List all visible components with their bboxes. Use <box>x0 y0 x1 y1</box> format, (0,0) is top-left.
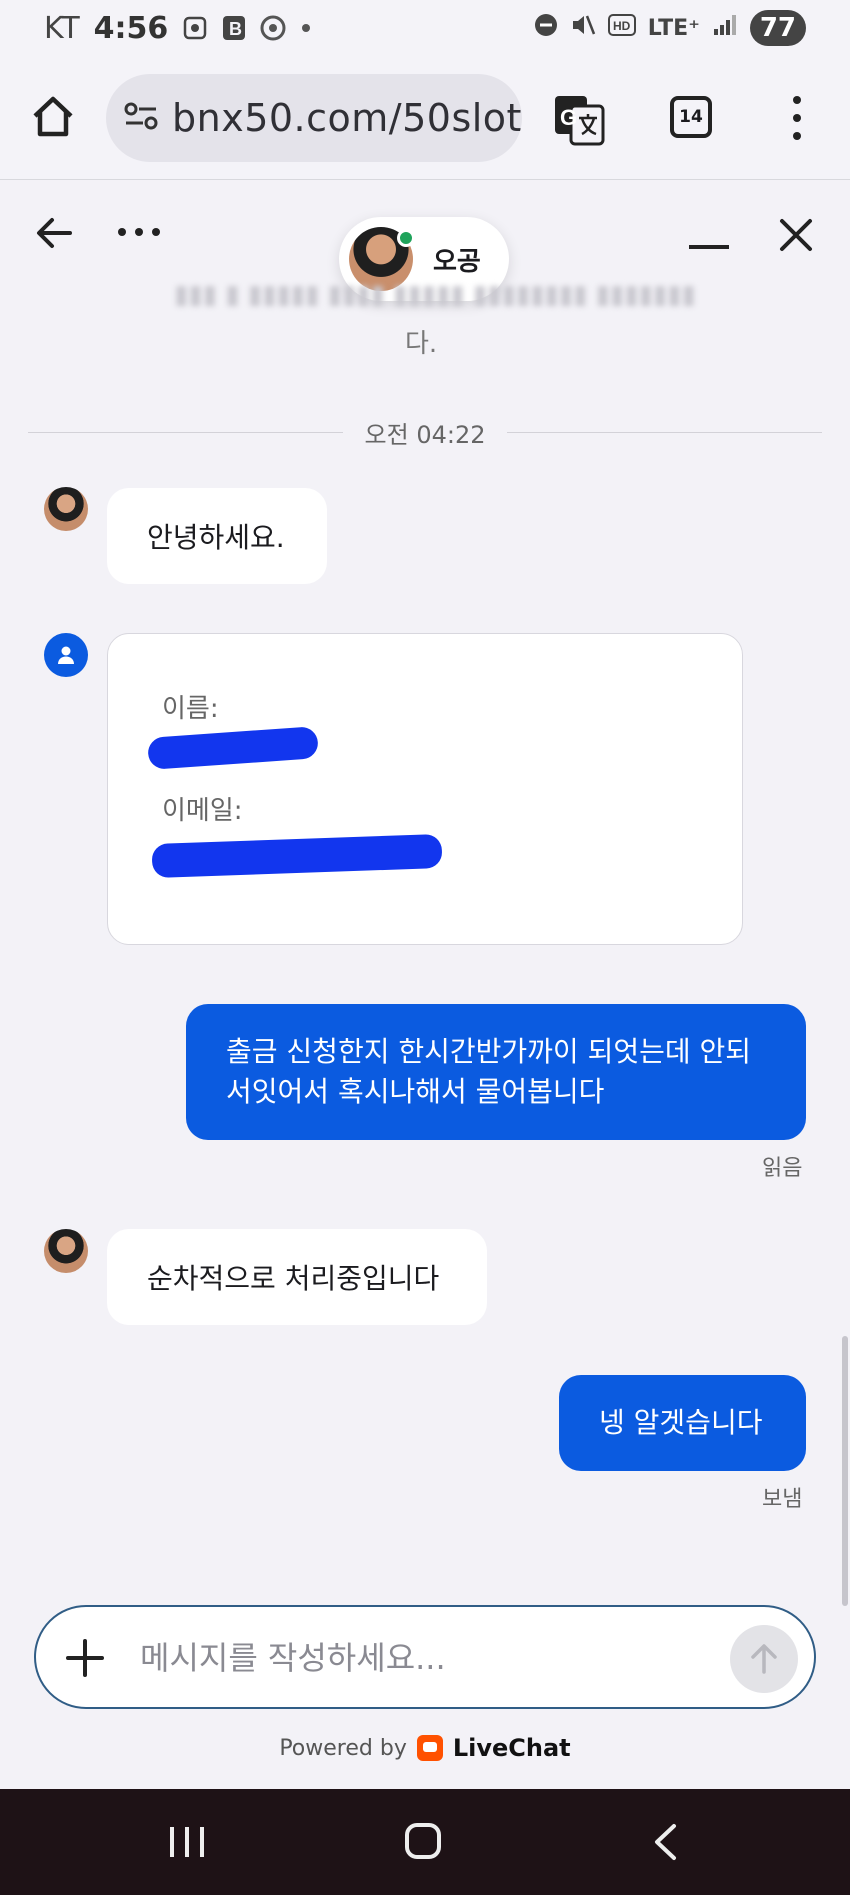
dnd-icon <box>534 13 558 43</box>
clock-time: 4:56 <box>93 10 169 46</box>
previous-message-tail: 다. <box>405 329 438 359</box>
powered-by-footer: Powered by LiveChat <box>0 1734 850 1762</box>
agent-message-bubble: 안녕하세요. <box>107 488 327 584</box>
translate-button[interactable]: G <box>553 94 605 146</box>
prechat-form-card: 이름: 이메일: <box>107 633 743 945</box>
user-message-line-2: 서잇어서 혹시나해서 물어봅니다 <box>226 1075 605 1108</box>
b-app-icon: B <box>222 15 246 41</box>
close-button[interactable] <box>778 217 814 253</box>
browser-toolbar: bnx50.com/50slot_w G 14 <box>0 56 850 180</box>
user-message-bubble: 출금 신청한지 한시간반가까이 되엇는데 안되 서잇어서 혹시나해서 물어봅니다 <box>186 1004 806 1140</box>
redacted-name <box>147 726 319 770</box>
translate-icon: G <box>555 96 605 146</box>
home-button[interactable] <box>30 94 76 140</box>
message-input[interactable] <box>140 1635 700 1681</box>
svg-text:B: B <box>229 19 242 39</box>
redacted-email <box>151 833 443 879</box>
browser-menu-button[interactable] <box>782 96 812 140</box>
svg-text:G: G <box>560 105 577 130</box>
url-bar[interactable]: bnx50.com/50slot_w <box>106 74 522 162</box>
system-home-button[interactable] <box>405 1823 441 1859</box>
blurred-previous-message: ▮▮▮ ▮ ▮▮▮▮▮ ▮▮▮▮ ▮▮▮▮▮ ▮▮▮▮▮▮▮▮ ▮▮▮▮▮▮▮ <box>174 280 696 310</box>
home-icon <box>33 96 73 137</box>
date-divider-label: 오전 04:22 <box>364 421 486 449</box>
recent-apps-button[interactable] <box>170 1827 204 1857</box>
user-message-line-1: 출금 신청한지 한시간반가까이 되엇는데 안되 <box>226 1035 752 1068</box>
user-message-bubble: 넹 알겟습니다 <box>559 1375 806 1471</box>
tab-switcher-button[interactable]: 14 <box>670 96 712 138</box>
battery-indicator: 77 <box>749 10 806 46</box>
message-composer <box>34 1605 816 1709</box>
back-button[interactable] <box>34 213 74 253</box>
agent-message-text: 순차적으로 처리중입니다 <box>147 1262 440 1295</box>
carrier-label: KT <box>44 10 80 46</box>
read-status: 읽음 <box>762 1156 803 1181</box>
agent-name: 오공 <box>433 246 481 277</box>
arrow-up-icon <box>751 1644 777 1674</box>
agent-avatar-small <box>44 1229 88 1273</box>
chrome-icon <box>260 15 286 41</box>
user-icon <box>44 633 88 677</box>
date-divider: 오전 04:22 <box>28 415 823 450</box>
sent-status: 보냄 <box>762 1487 803 1512</box>
livechat-logo-icon <box>416 1735 443 1761</box>
agent-message-text: 안녕하세요. <box>147 521 285 554</box>
close-icon <box>780 219 812 251</box>
system-nav-bar <box>0 1789 850 1895</box>
agent-avatar-small <box>44 487 88 531</box>
chat-scrollbar[interactable] <box>842 1336 848 1606</box>
mute-icon <box>570 12 596 44</box>
notification-dot-icon <box>300 22 312 34</box>
send-button[interactable] <box>730 1625 798 1693</box>
site-settings-icon[interactable] <box>124 101 158 135</box>
email-label: 이메일: <box>162 796 243 826</box>
svg-text:HD: HD <box>613 19 631 33</box>
hd-icon: HD <box>607 14 636 42</box>
powered-by-label: Powered by <box>279 1735 407 1761</box>
attach-button[interactable] <box>64 1637 106 1679</box>
plus-icon <box>66 1639 104 1677</box>
livechat-brand[interactable]: LiveChat <box>453 1734 571 1762</box>
lte-label: LTE⁺ <box>647 15 700 41</box>
agent-message-bubble: 순차적으로 처리중입니다 <box>107 1229 487 1325</box>
url-text: bnx50.com/50slot_w <box>172 96 522 140</box>
signal-icon <box>712 13 738 43</box>
more-options-button[interactable] <box>118 228 160 236</box>
minimize-button[interactable] <box>689 245 729 249</box>
screenshot-icon <box>182 15 208 41</box>
status-bar: KT 4:56 B HD LTE⁺ 77 <box>0 0 850 56</box>
chevron-left-icon <box>655 1824 676 1860</box>
online-status-dot <box>397 229 415 247</box>
system-back-button[interactable] <box>650 1823 680 1861</box>
user-message-text: 넹 알겟습니다 <box>599 1406 763 1439</box>
name-label: 이름: <box>162 694 219 724</box>
arrow-left-icon <box>37 218 72 248</box>
